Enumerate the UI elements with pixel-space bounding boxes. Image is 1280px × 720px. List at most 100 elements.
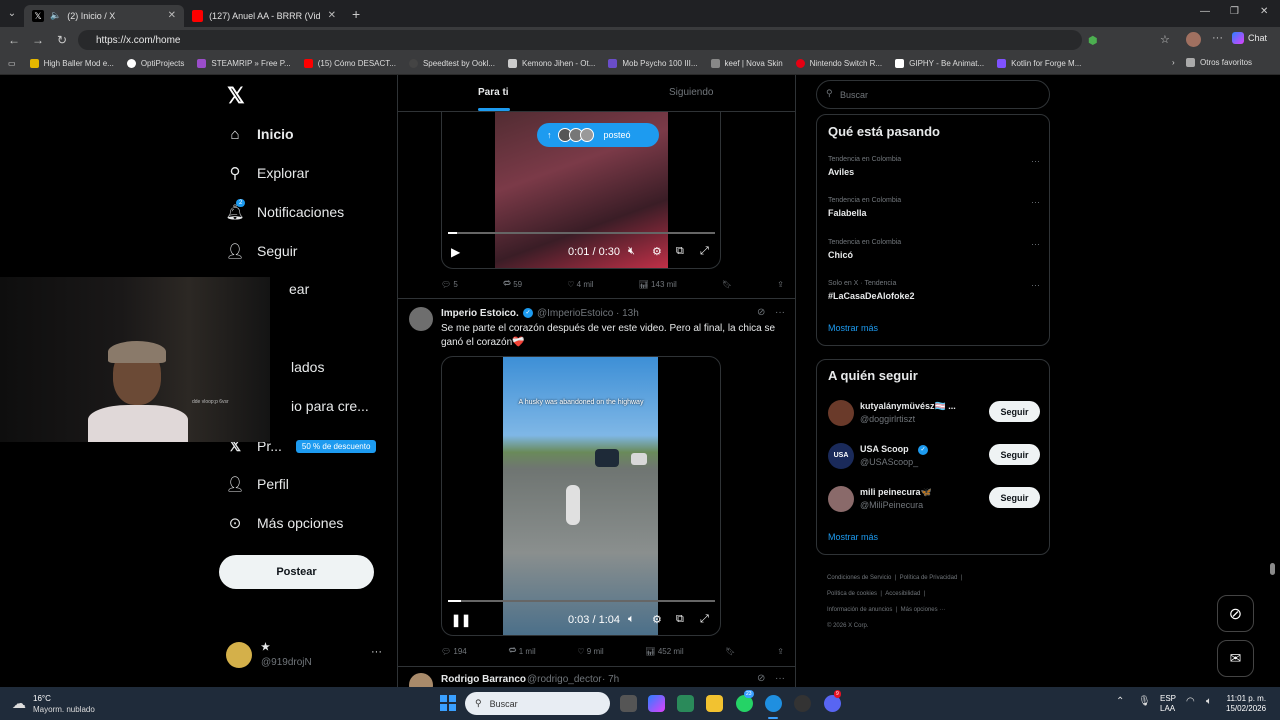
copilot-button[interactable]: Chat xyxy=(1232,32,1267,44)
footer-link[interactable]: Condiciones de Servicio xyxy=(827,575,891,581)
microphone-icon[interactable]: 🎙︎ xyxy=(1138,696,1151,707)
tab-for-you[interactable]: Para ti xyxy=(478,87,509,98)
author-handle[interactable]: @ImperioEstoico xyxy=(537,308,613,319)
video-progress-track[interactable] xyxy=(448,600,715,602)
tab-actions-icon[interactable]: ⌄ xyxy=(0,8,24,19)
bookmark[interactable]: High Baller Mod e... xyxy=(29,59,114,68)
share-icon[interactable]: ⇪ xyxy=(777,278,784,290)
follow-suggestion[interactable]: mili peinecura🦋 @MiliPeinecura Seguir xyxy=(828,484,1040,514)
like-button[interactable]: ♡ 9 mil xyxy=(577,645,603,657)
close-icon[interactable]: ✕ xyxy=(168,10,176,21)
menu-icon[interactable]: ··· xyxy=(1212,32,1223,44)
browser-tab-youtube[interactable]: (127) Anuel AA - BRRR (Video Ofic ✕ xyxy=(184,5,344,27)
footer-link[interactable]: Información de anuncios xyxy=(827,607,892,613)
other-bookmarks[interactable]: Otros favoritos xyxy=(1186,58,1252,67)
weather-icon[interactable]: ☁ xyxy=(12,695,26,712)
author-name[interactable]: Rodrigo Barranco xyxy=(441,674,526,685)
follow-button[interactable]: Seguir xyxy=(989,401,1040,422)
nav-item-creator-studio[interactable]: io para cre... xyxy=(291,398,369,414)
volume-icon[interactable]: 🔈︎ xyxy=(628,613,635,626)
picture-in-picture-icon[interactable]: ⧉ xyxy=(676,245,684,258)
messages-button[interactable]: ✉ xyxy=(1217,640,1254,677)
play-icon[interactable]: ▶ xyxy=(451,245,460,259)
back-icon[interactable]: ← xyxy=(2,33,26,47)
chevron-up-icon[interactable]: ⌃ xyxy=(1116,696,1124,707)
minimize-icon[interactable]: — xyxy=(1200,6,1210,17)
bookmark[interactable]: Kotlin for Forge M... xyxy=(997,59,1081,68)
more-icon[interactable]: ··· xyxy=(1031,239,1040,249)
more-icon[interactable]: ··· xyxy=(775,673,785,684)
follow-button[interactable]: Seguir xyxy=(989,487,1040,508)
footer-link[interactable]: Política de cookies xyxy=(827,591,877,597)
nav-item-explore[interactable]: ⚲ Explorar xyxy=(226,164,310,182)
more-icon[interactable]: ··· xyxy=(1031,197,1040,207)
bookmark[interactable]: Kemono Jihen - Ot... xyxy=(508,59,595,68)
more-icon[interactable]: ··· xyxy=(775,307,785,318)
bookmark[interactable]: keef | Nova Skin xyxy=(710,59,783,68)
favorites-icon[interactable]: ☆ xyxy=(1160,33,1170,46)
url-field[interactable]: https://x.com/home xyxy=(78,30,1082,50)
picture-in-picture-icon[interactable]: ⧉ xyxy=(676,613,684,626)
discord-icon[interactable]: 9 xyxy=(824,690,841,712)
tab-following[interactable]: Siguiendo xyxy=(669,87,713,98)
edge-dev-icon[interactable] xyxy=(677,695,694,712)
task-view-icon[interactable] xyxy=(620,695,637,712)
volume-icon[interactable]: 🔈︎ xyxy=(1206,696,1212,707)
clock[interactable]: 11:01 p. m. 15/02/2026 xyxy=(1226,694,1266,714)
footer-link[interactable]: Accesibilidad xyxy=(885,591,920,597)
speaker-icon[interactable]: 🔈 xyxy=(50,10,61,21)
bookmark[interactable]: Nintendo Switch R... xyxy=(795,59,882,68)
wifi-icon[interactable]: ◠ xyxy=(1186,696,1195,707)
bookmark-icon[interactable]: 🔖︎ xyxy=(722,278,732,290)
more-icon[interactable]: ··· xyxy=(1031,156,1040,166)
reload-icon[interactable]: ↻ xyxy=(50,33,74,47)
bookmark[interactable]: OptiProjects xyxy=(126,59,184,68)
video-player[interactable]: A husky was abandoned on the highway ❚❚ … xyxy=(441,356,721,636)
nav-item-post[interactable]: ear xyxy=(289,281,309,297)
restore-icon[interactable]: ❐ xyxy=(1230,6,1239,17)
bookmark[interactable]: (15) Cómo DESACT... xyxy=(303,59,396,68)
repost-button[interactable]: 🔁︎ 1 mil xyxy=(509,645,536,657)
video-progress-track[interactable] xyxy=(448,232,715,234)
footer-link[interactable]: Más opciones ··· xyxy=(901,607,946,613)
nav-item-profile[interactable]: 👤︎ Perfil xyxy=(225,475,288,493)
start-icon[interactable] xyxy=(440,695,456,711)
more-icon[interactable]: ··· xyxy=(371,646,382,658)
repost-button[interactable]: 🔁︎ 59 xyxy=(503,278,522,290)
grok-icon[interactable]: ⊘ xyxy=(757,307,765,318)
bookmark[interactable]: Speedtest by Ookl... xyxy=(408,59,495,68)
trend-item[interactable]: Tendencia en Colombia Aviles ··· xyxy=(828,156,1040,177)
like-button[interactable]: ♡ 4 mil xyxy=(567,278,593,290)
fullscreen-icon[interactable]: ⤢ xyxy=(700,613,709,626)
steam-icon[interactable] xyxy=(794,695,811,712)
bookmark[interactable]: STEAMRIP » Free P... xyxy=(197,59,291,68)
follow-suggestion[interactable]: kutyalánymüvész🏳️‍⚧️ ... @doggirlrtiszt … xyxy=(828,398,1040,428)
author-handle[interactable]: @rodrigo_dector xyxy=(527,674,602,685)
views-button[interactable]: 📊︎ 452 mil xyxy=(645,645,683,657)
post[interactable]: Imperio Estoico. ✓ @ImperioEstoico · 13h… xyxy=(398,299,795,669)
show-more-link[interactable]: Mostrar más xyxy=(828,323,878,333)
account-switcher[interactable]: ★ @919drojN ··· xyxy=(226,640,386,672)
close-icon[interactable]: ✕ xyxy=(328,10,336,21)
share-icon[interactable]: ⇪ xyxy=(777,645,784,657)
trend-item[interactable]: Tendencia en Colombia Chicó ··· xyxy=(828,239,1040,260)
follow-suggestion[interactable]: USA USA Scoop ✓ @USAScoop_ Seguir xyxy=(828,441,1040,471)
views-button[interactable]: 📊︎ 143 mil xyxy=(639,278,677,290)
forward-icon[interactable]: → xyxy=(26,33,50,47)
window-close-icon[interactable]: ✕ xyxy=(1260,6,1268,17)
sidebar-toggle-icon[interactable]: ▭ xyxy=(8,59,16,68)
author-name[interactable]: Imperio Estoico. xyxy=(441,308,519,319)
nav-item-more[interactable]: ⊙ Más opciones xyxy=(226,514,344,532)
chevron-right-icon[interactable]: › xyxy=(1172,58,1175,67)
new-tab-icon[interactable]: + xyxy=(352,6,360,22)
whatsapp-icon[interactable]: 23 xyxy=(736,690,754,712)
copilot-icon[interactable] xyxy=(648,695,665,712)
pause-icon[interactable]: ❚❚ xyxy=(451,613,471,627)
settings-icon[interactable]: ⚙ xyxy=(652,245,662,258)
grok-icon[interactable]: ⊘ xyxy=(757,673,765,684)
trend-item[interactable]: Tendencia en Colombia Falabella ··· xyxy=(828,197,1040,218)
show-more-link[interactable]: Mostrar más xyxy=(828,532,878,542)
volume-icon[interactable]: 🔇︎ xyxy=(628,245,635,258)
fullscreen-icon[interactable]: ⤢ xyxy=(700,245,709,258)
follow-button[interactable]: Seguir xyxy=(989,444,1040,465)
